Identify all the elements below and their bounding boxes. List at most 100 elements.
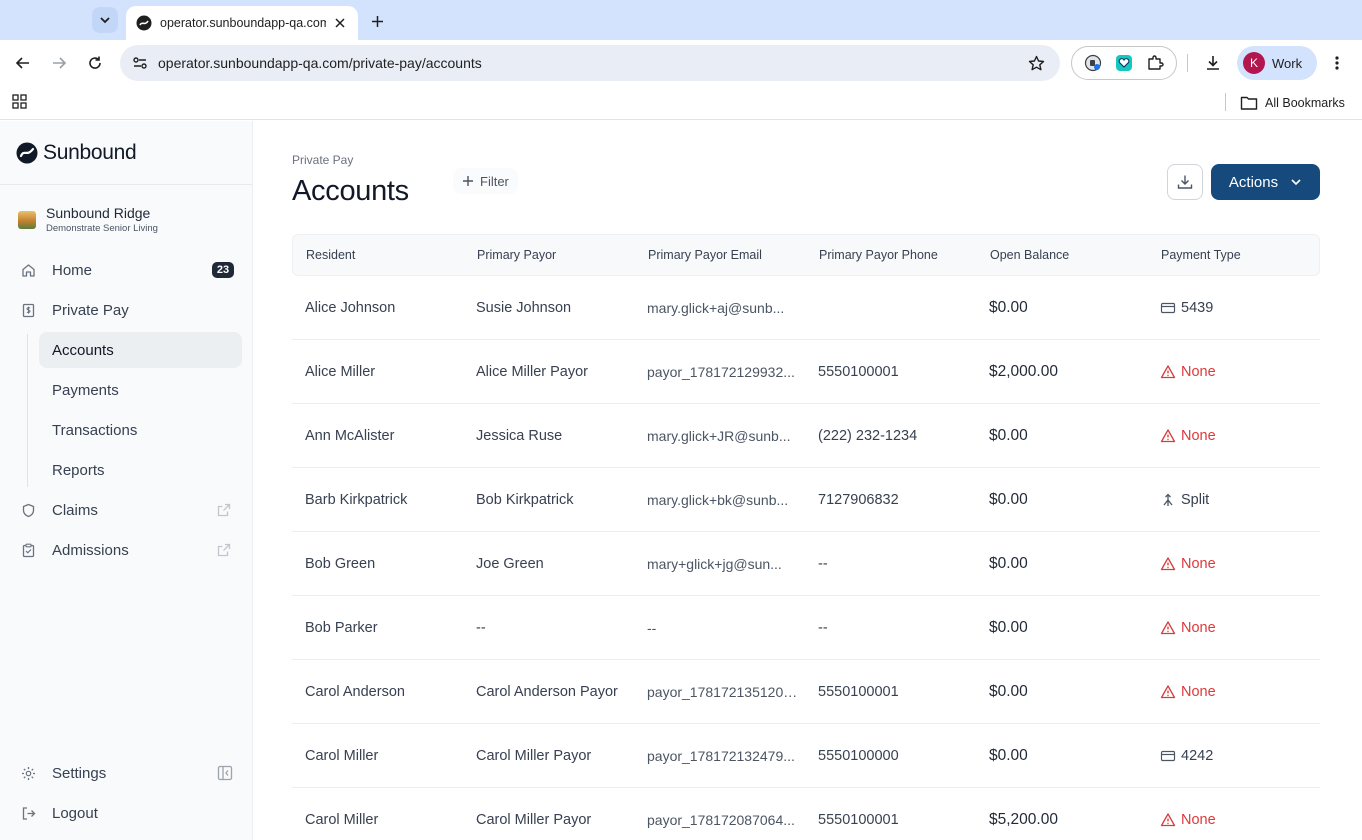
cell-open-balance: $0.00: [989, 298, 1028, 316]
payment-type-tag: None: [1160, 812, 1318, 828]
sidebar-subitem-accounts[interactable]: Accounts: [39, 332, 242, 368]
new-tab-button[interactable]: [366, 10, 388, 32]
cell-open-balance: $2,000.00: [989, 362, 1058, 380]
filter-button[interactable]: Filter: [453, 168, 518, 194]
downloads-button[interactable]: [1202, 52, 1224, 74]
shield-icon: [20, 502, 36, 518]
table-row[interactable]: Alice Miller Alice Miller Payor payor_1781…: [292, 340, 1320, 404]
payment-type-tag: None: [1160, 620, 1318, 636]
payment-type-tag: 4242: [1160, 748, 1318, 764]
export-download-button[interactable]: [1167, 164, 1203, 200]
payment-type-label: None: [1181, 427, 1216, 444]
column-header-resident[interactable]: Resident: [293, 248, 464, 262]
forward-button[interactable]: [47, 51, 71, 75]
table-header: Resident Primary Payor Primary Payor Ema…: [292, 234, 1320, 276]
extensions-group: [1071, 46, 1177, 80]
dollar-receipt-icon: [20, 302, 36, 318]
payment-type-tag: 5439: [1160, 300, 1318, 316]
credit-card-icon: [1160, 302, 1176, 313]
sidebar-item-label: Home: [52, 261, 93, 279]
facility-subtitle: Demonstrate Senior Living: [46, 223, 158, 234]
actions-button[interactable]: Actions: [1211, 164, 1320, 200]
sidebar-subitem-label: Payments: [52, 381, 119, 399]
cell-open-balance: $0.00: [989, 490, 1028, 508]
cell-primary-payor: --: [476, 619, 486, 636]
cell-primary-payor-phone: 5550100001: [818, 363, 899, 380]
browser-tab-active[interactable]: operator.sunboundapp-qa.com/private-pay/…: [126, 6, 358, 40]
table-row[interactable]: Carol Miller Carol Miller Payor payor_1781…: [292, 788, 1320, 840]
all-bookmarks-button[interactable]: All Bookmarks: [1240, 92, 1345, 114]
heart-extension-icon[interactable]: [1113, 52, 1135, 74]
tab-close-icon[interactable]: [332, 15, 348, 31]
column-header-primary-payor-phone[interactable]: Primary Payor Phone: [806, 248, 977, 262]
cell-primary-payor: Jessica Ruse: [476, 427, 563, 444]
gear-icon: [20, 765, 36, 781]
table-row[interactable]: Barb Kirkpatrick Bob Kirkpatrick mary.glic…: [292, 468, 1320, 532]
table-row[interactable]: Carol Anderson Carol Anderson Payor payor_…: [292, 660, 1320, 724]
cell-payment-type: None: [1147, 684, 1318, 700]
tab-search-button[interactable]: [92, 7, 118, 33]
sidebar-item-home[interactable]: Home 23: [16, 252, 242, 288]
payment-type-tag: None: [1160, 428, 1318, 444]
table-row[interactable]: Ann McAlister Jessica Ruse mary.glick+JR@s…: [292, 404, 1320, 468]
sidebar-item-label: Settings: [52, 764, 107, 782]
browser-menu-button[interactable]: [1326, 52, 1348, 74]
warning-triangle-icon: [1160, 364, 1176, 378]
site-info-icon[interactable]: [130, 53, 150, 73]
filter-label: Filter: [480, 173, 509, 189]
sidebar-subitem-reports[interactable]: Reports: [39, 452, 242, 488]
main-content: Private Pay Accounts Filter Actions Resi…: [253, 121, 1362, 840]
payment-type-label: None: [1181, 619, 1216, 636]
sidebar-item-label: Admissions: [52, 541, 129, 559]
cell-open-balance: $0.00: [989, 746, 1028, 764]
column-header-payment-type[interactable]: Payment Type: [1148, 248, 1319, 262]
logout-icon: [20, 805, 36, 821]
sidebar-item-admissions[interactable]: Admissions: [16, 532, 242, 568]
cell-primary-payor: Carol Anderson Payor: [476, 683, 618, 700]
bookmark-star-icon[interactable]: [1026, 53, 1046, 73]
sidebar-item-claims[interactable]: Claims: [16, 492, 242, 528]
app-sidebar: Sunbound Sunbound Ridge Demonstrate Seni…: [0, 121, 253, 840]
arrow-left-icon: [15, 57, 29, 69]
sidebar-subitem-transactions[interactable]: Transactions: [39, 412, 242, 448]
address-bar[interactable]: operator.sunboundapp-qa.com/private-pay/…: [120, 45, 1060, 81]
table-row[interactable]: Bob Parker -- -- -- $0.00 None: [292, 596, 1320, 660]
cell-resident: Carol Anderson: [305, 683, 405, 700]
sidebar-item-private-pay[interactable]: Private Pay: [16, 292, 242, 328]
table-row[interactable]: Alice Johnson Susie Johnson mary.glick+aj@…: [292, 276, 1320, 340]
facility-switcher[interactable]: Sunbound Ridge Demonstrate Senior Living: [18, 205, 158, 234]
warning-triangle-icon: [1160, 812, 1176, 826]
cell-resident: Ann McAlister: [305, 427, 395, 444]
column-header-primary-payor[interactable]: Primary Payor: [464, 248, 635, 262]
back-button[interactable]: [11, 51, 35, 75]
extensions-puzzle-icon[interactable]: [1144, 52, 1166, 74]
bookmarks-bar: All Bookmarks: [0, 86, 1362, 120]
payment-type-label: None: [1181, 555, 1216, 572]
payment-type-label: 4242: [1181, 747, 1214, 764]
brand-name: Sunbound: [43, 141, 137, 164]
payment-type-label: None: [1181, 811, 1216, 828]
brand-logo[interactable]: Sunbound: [16, 141, 137, 165]
column-header-open-balance[interactable]: Open Balance: [977, 248, 1148, 262]
sidebar-subitem-payments[interactable]: Payments: [39, 372, 242, 408]
apps-grid-icon[interactable]: [11, 93, 29, 111]
external-link-icon: [217, 543, 231, 557]
sidebar-item-logout[interactable]: Logout: [16, 795, 242, 831]
external-link-icon: [217, 503, 231, 517]
table-row[interactable]: Carol Miller Carol Miller Payor payor_1781…: [292, 724, 1320, 788]
sunbound-logo-icon: [16, 142, 38, 164]
collapse-sidebar-icon[interactable]: [217, 765, 233, 781]
breadcrumb[interactable]: Private Pay: [292, 153, 353, 167]
cell-primary-payor-email: payor_178172132479...: [647, 747, 795, 764]
column-header-primary-payor-email[interactable]: Primary Payor Email: [635, 248, 806, 262]
password-manager-extension-icon[interactable]: [1082, 52, 1104, 74]
cell-payment-type: None: [1147, 556, 1318, 572]
cell-primary-payor-phone: --: [818, 619, 828, 636]
reload-button[interactable]: [83, 51, 107, 75]
download-icon: [1207, 56, 1219, 70]
sidebar-subitem-label: Accounts: [52, 341, 114, 359]
profile-button[interactable]: K Work: [1237, 46, 1317, 80]
table-row[interactable]: Bob Green Joe Green mary+glick+jg@sun... --…: [292, 532, 1320, 596]
sidebar-subitem-label: Reports: [52, 461, 105, 479]
sidebar-item-settings[interactable]: Settings: [16, 755, 242, 791]
